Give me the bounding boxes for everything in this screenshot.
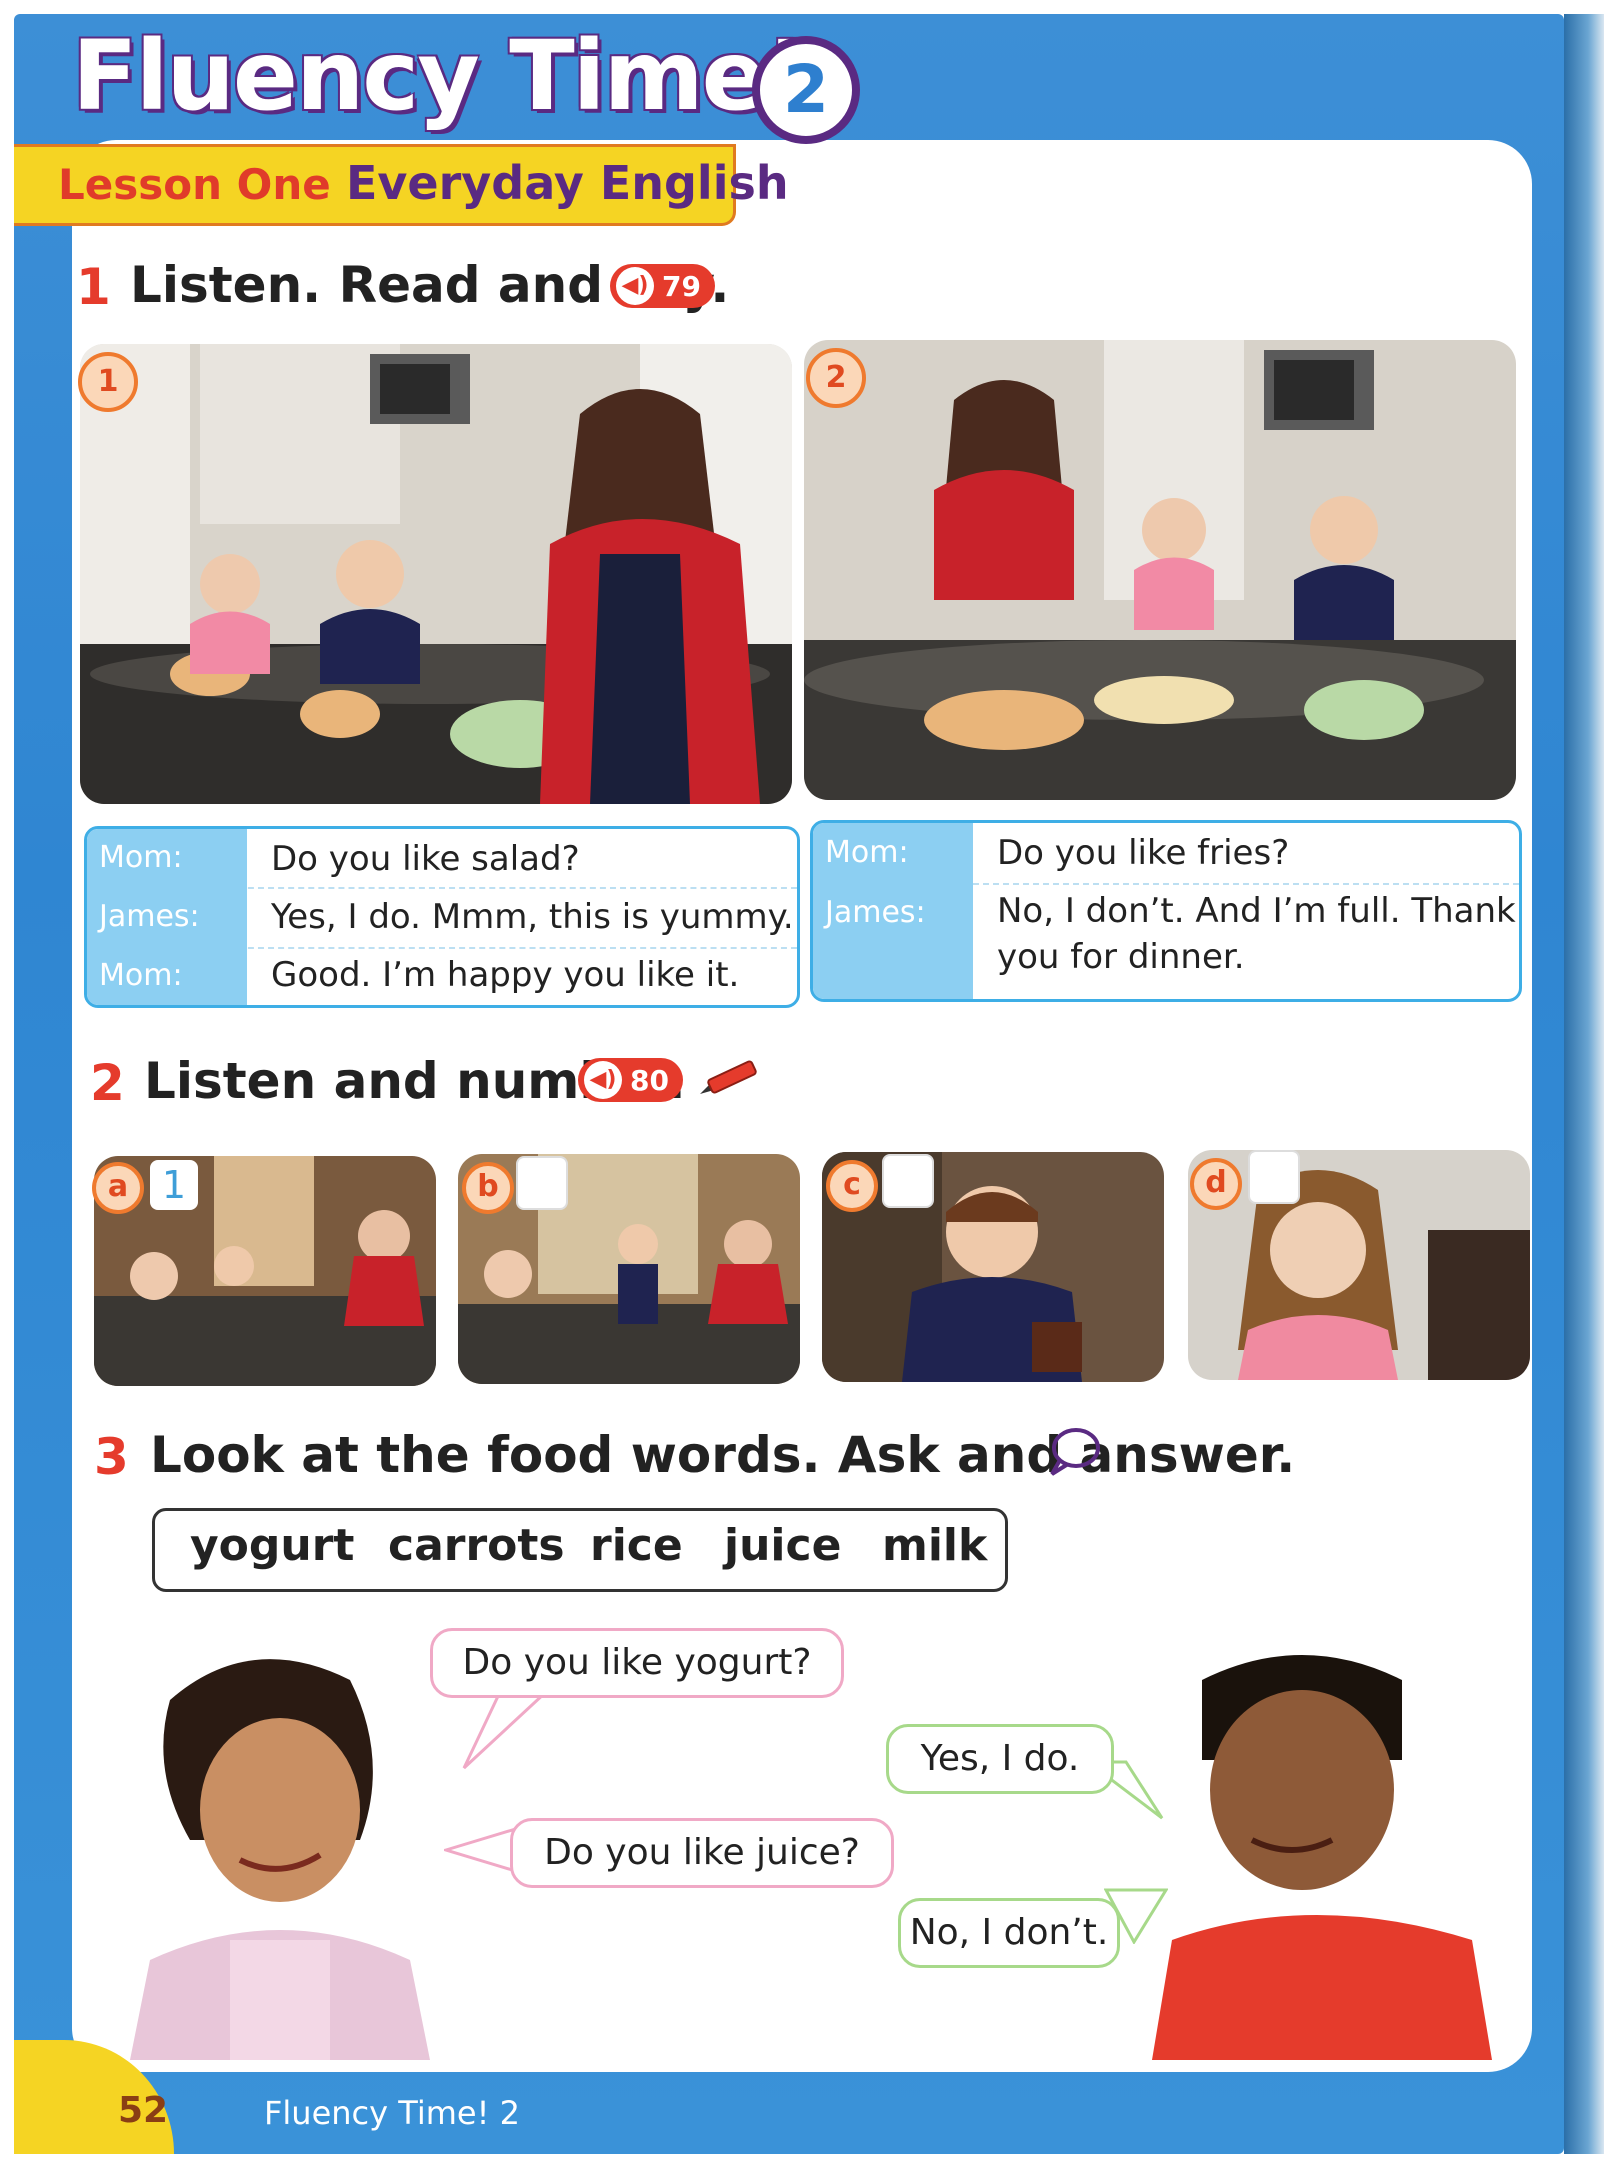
section-2-number: 2: [90, 1054, 125, 1112]
scene-2-dialogue: Mom: Do you like fries? James: No, I don…: [810, 820, 1522, 1002]
footer-title: Fluency Time! 2: [264, 2094, 520, 2132]
food-word: juice: [724, 1520, 842, 1571]
item-letter-badge: d: [1190, 1158, 1242, 1210]
listen-photo-a: [94, 1156, 436, 1386]
scene-2-number-badge: 2: [806, 348, 866, 408]
dialogue-row: Mom: Good. I’m happy you like it.: [87, 947, 797, 1005]
dialogue-row: James: Yes, I do. Mmm, this is yummy.: [87, 887, 797, 949]
dialogue-line: Do you like fries?: [997, 833, 1290, 873]
dialogue-line: No, I don’t. And I’m full. Thank: [997, 891, 1516, 931]
dialogue-row: James: No, I don’t. And I’m full. Thank …: [813, 883, 1519, 999]
dialogue-row: Mom: Do you like salad?: [87, 829, 797, 889]
dialogue-line: Yes, I do. Mmm, this is yummy.: [271, 897, 794, 937]
dialogue-line: Good. I’m happy you like it.: [271, 955, 740, 995]
speaker-icon: ◀): [616, 267, 654, 305]
title-number-badge: 2: [752, 36, 860, 144]
dialogue-line-continued: you for dinner.: [997, 937, 1245, 977]
book-spine: [1564, 14, 1604, 2154]
food-word: carrots: [388, 1520, 565, 1571]
section-1-number: 1: [76, 258, 111, 316]
dialogue-speaker: James:: [87, 887, 247, 947]
food-word: milk: [882, 1520, 988, 1571]
lesson-subtitle: Everyday English: [346, 156, 789, 210]
dialogue-speaker: James:: [813, 883, 973, 999]
boy-photo: [1152, 1655, 1492, 2060]
scene-1-photo: [80, 344, 792, 804]
item-letter-badge: a: [92, 1162, 144, 1214]
speech-bubble-question-1: Do you like yogurt?: [430, 1628, 844, 1698]
girl-photo: [130, 1659, 430, 2060]
speech-bubble-question-2: Do you like juice?: [510, 1818, 894, 1888]
audio-track-79-button[interactable]: ◀) 79: [610, 264, 715, 308]
page-title: Fluency Time!: [72, 20, 808, 132]
answer-box-d[interactable]: [1248, 1150, 1300, 1204]
answer-box-a[interactable]: 1: [150, 1160, 198, 1210]
section-3-number: 3: [94, 1428, 129, 1486]
item-letter-badge: c: [826, 1160, 878, 1212]
dialogue-speaker: Mom:: [813, 823, 973, 883]
speech-bubble-answer-1: Yes, I do.: [886, 1724, 1114, 1794]
lesson-label: Lesson One: [58, 160, 331, 209]
section-3-title: Look at the food words. Ask and answer.: [150, 1426, 1296, 1484]
food-word: yogurt: [190, 1520, 355, 1571]
scene-1-number-badge: 1: [78, 352, 138, 412]
dialogue-row: Mom: Do you like fries?: [813, 823, 1519, 885]
audio-track-number: 79: [662, 269, 701, 303]
audio-track-80-button[interactable]: ◀) 80: [578, 1058, 683, 1102]
answer-box-c[interactable]: [882, 1154, 934, 1208]
speech-bubble-icon: [1050, 1428, 1100, 1476]
audio-track-number: 80: [630, 1063, 669, 1097]
pencil-icon: [700, 1060, 757, 1094]
page-number: 52: [118, 2090, 169, 2131]
item-letter-badge: b: [462, 1162, 514, 1214]
dialogue-speaker: Mom:: [87, 947, 247, 1005]
scene-2-photo: [804, 340, 1516, 800]
textbook-page: Fluency Time! 2 Lesson One Everyday Engl…: [0, 0, 1614, 2165]
dialogue-line: Do you like salad?: [271, 839, 580, 879]
dialogue-speaker: Mom:: [87, 829, 247, 887]
food-word: rice: [590, 1520, 683, 1571]
scene-1-dialogue: Mom: Do you like salad? James: Yes, I do…: [84, 826, 800, 1008]
answer-box-b[interactable]: [516, 1156, 568, 1210]
speaker-icon: ◀): [584, 1061, 622, 1099]
speech-bubble-answer-2: No, I don’t.: [898, 1898, 1120, 1968]
bubble-pointer: [462, 1690, 550, 1770]
